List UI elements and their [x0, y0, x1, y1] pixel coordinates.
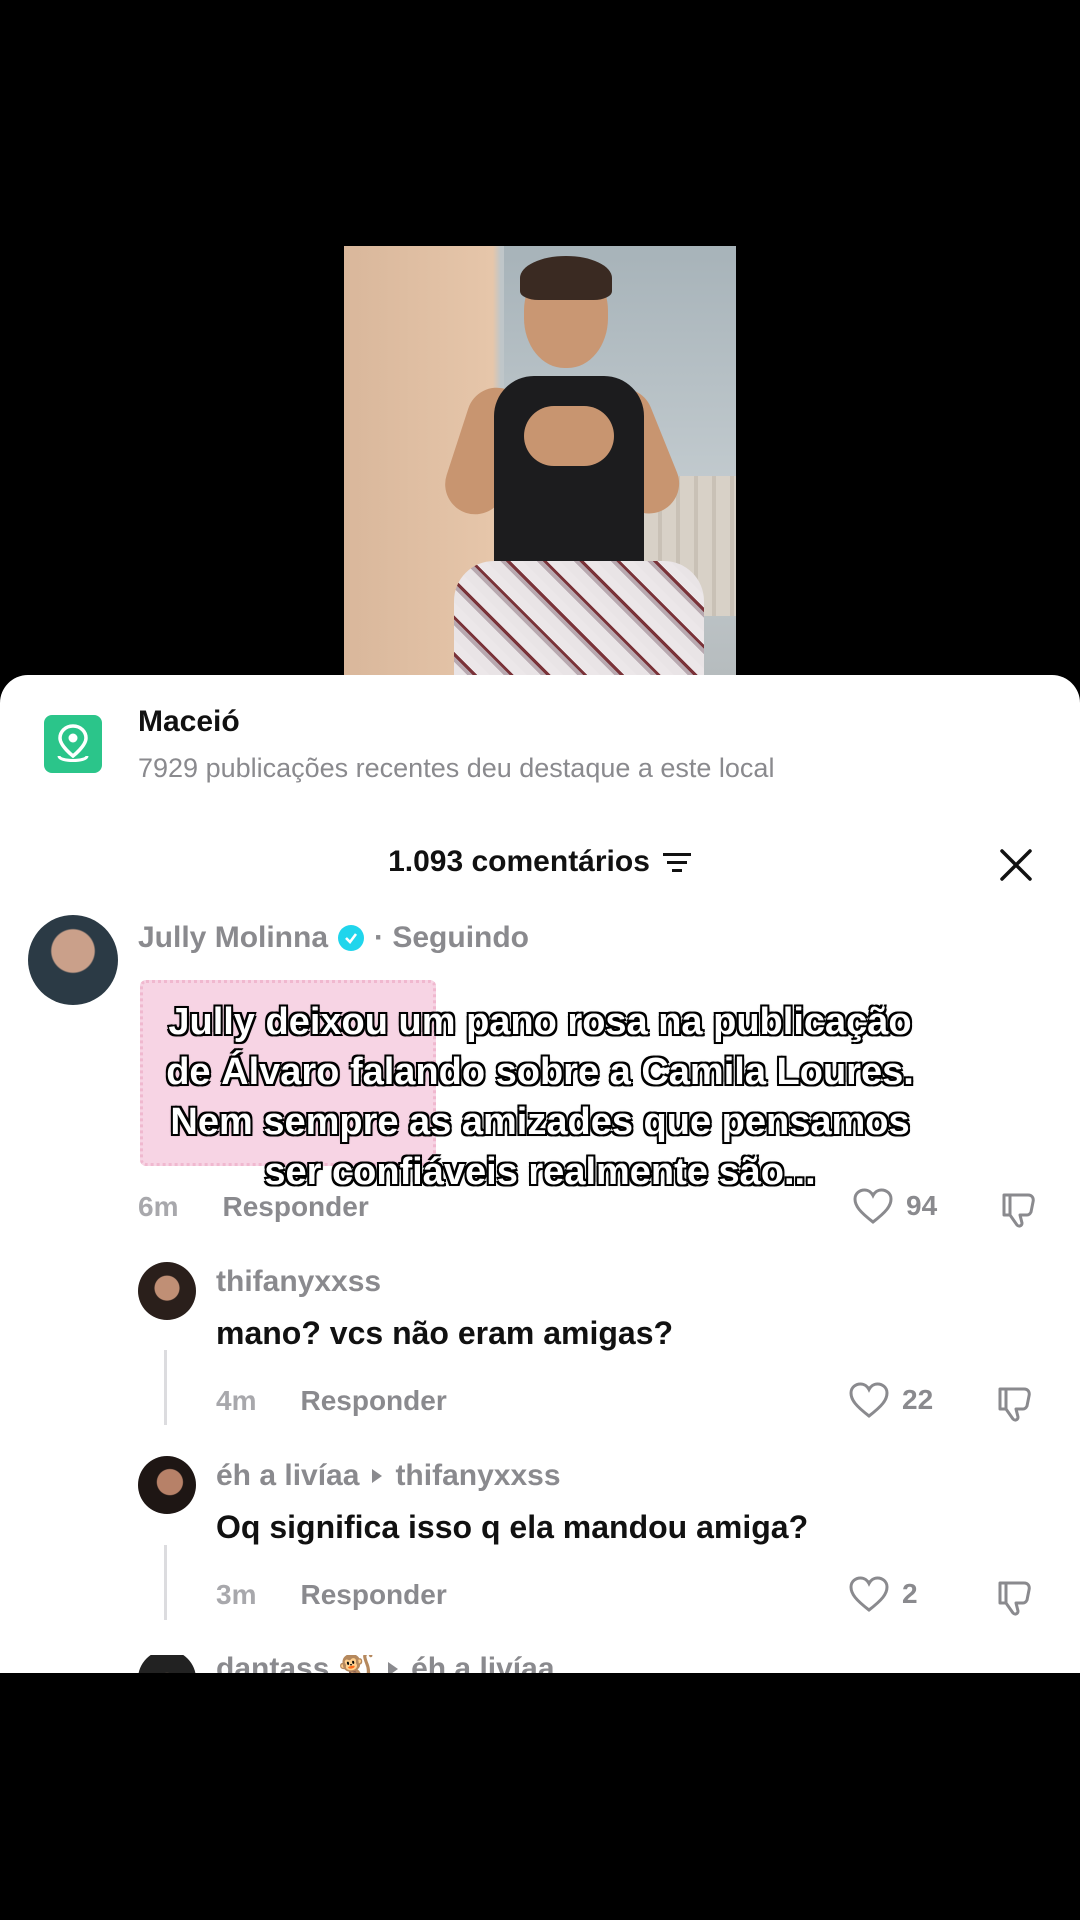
avatar[interactable] — [138, 1655, 196, 1673]
close-icon[interactable] — [996, 845, 1036, 885]
caption-line: Nem sempre as amizades que pensamos — [170, 1101, 910, 1143]
video-person-hands — [524, 406, 614, 466]
dislike-icon[interactable] — [1000, 1190, 1042, 1230]
dislike-icon[interactable] — [996, 1384, 1038, 1424]
reply-button[interactable]: Responder — [222, 1191, 368, 1223]
like-count: 94 — [906, 1190, 938, 1221]
avatar[interactable] — [28, 915, 118, 1005]
reply-arrow-icon — [372, 1469, 383, 1483]
reply-target[interactable]: éh a livíaa — [411, 1655, 554, 1673]
dislike-icon[interactable] — [996, 1578, 1038, 1618]
location-banner[interactable]: Maceió 7929 publicações recentes deu des… — [0, 675, 1080, 795]
comment-meta: 3m Responder — [216, 1579, 447, 1611]
comment-time: 3m — [216, 1579, 257, 1610]
bottom-area — [0, 1673, 1080, 1920]
video-person-hair — [520, 256, 612, 300]
reply-target[interactable]: thifanyxxss — [395, 1459, 560, 1493]
location-name: Maceió — [138, 705, 240, 738]
comments-count[interactable]: 1.093 comentários — [0, 845, 1080, 879]
reply-button[interactable]: Responder — [300, 1385, 446, 1417]
reply-arrow-icon — [388, 1661, 399, 1673]
comment-meta: 6m Responder — [138, 1191, 369, 1223]
thread-line — [164, 1350, 167, 1425]
like-count: 2 — [902, 1578, 918, 1609]
comment-text: mano? vcs não eram amigas? — [216, 1315, 674, 1351]
avatar[interactable] — [138, 1262, 196, 1320]
video-person-shorts — [454, 561, 704, 676]
following-label: · Seguindo — [374, 921, 530, 954]
comment-time: 4m — [216, 1385, 257, 1416]
video-preview[interactable] — [344, 246, 736, 676]
comment-author[interactable]: thifanyxxss — [216, 1265, 381, 1299]
comment-author[interactable]: dantass 🐒 — [216, 1655, 375, 1673]
heart-icon — [849, 1576, 889, 1612]
comments-sheet: Maceió 7929 publicações recentes deu des… — [0, 675, 1080, 1673]
comment-author-line: dantass 🐒 éh a livíaa — [216, 1655, 555, 1673]
comment-author-line: éh a livíaa thifanyxxss — [216, 1459, 561, 1493]
comment-author[interactable]: éh a livíaa — [216, 1459, 359, 1493]
comments-count-label: 1.093 comentários — [388, 845, 650, 878]
comment-author[interactable]: Jully Molinna — [138, 921, 328, 955]
filter-icon[interactable] — [662, 850, 692, 874]
map-pin-icon — [44, 715, 102, 773]
verified-badge-icon — [338, 925, 365, 951]
heart-icon — [853, 1188, 893, 1224]
like-button[interactable]: 2 — [848, 1575, 918, 1613]
comment-item-partial: dantass 🐒 éh a livíaa — [0, 1655, 1080, 1673]
comment-time: 6m — [138, 1191, 179, 1222]
comment-author-line: Jully Molinna · Seguindo — [138, 921, 529, 955]
video-caption-overlay: Jully deixou um pano rosa na publicação … — [0, 997, 1080, 1197]
location-subtitle: 7929 publicações recentes deu destaque a… — [138, 753, 775, 783]
heart-icon — [849, 1382, 889, 1418]
comment-author-line: thifanyxxss — [216, 1265, 381, 1299]
reply-button[interactable]: Responder — [300, 1579, 446, 1611]
caption-line: de Álvaro falando sobre a Camila Loures. — [166, 1051, 914, 1093]
comment-meta: 4m Responder — [216, 1385, 447, 1417]
caption-line: Jully deixou um pano rosa na publicação — [168, 1001, 912, 1043]
comments-header: 1.093 comentários — [0, 835, 1080, 895]
avatar[interactable] — [138, 1456, 196, 1514]
comment-text: Oq significa isso q ela mandou amiga? — [216, 1509, 809, 1545]
like-count: 22 — [902, 1384, 934, 1415]
like-button[interactable]: 22 — [848, 1381, 933, 1419]
thread-line — [164, 1545, 167, 1620]
like-button[interactable]: 94 — [852, 1187, 937, 1225]
